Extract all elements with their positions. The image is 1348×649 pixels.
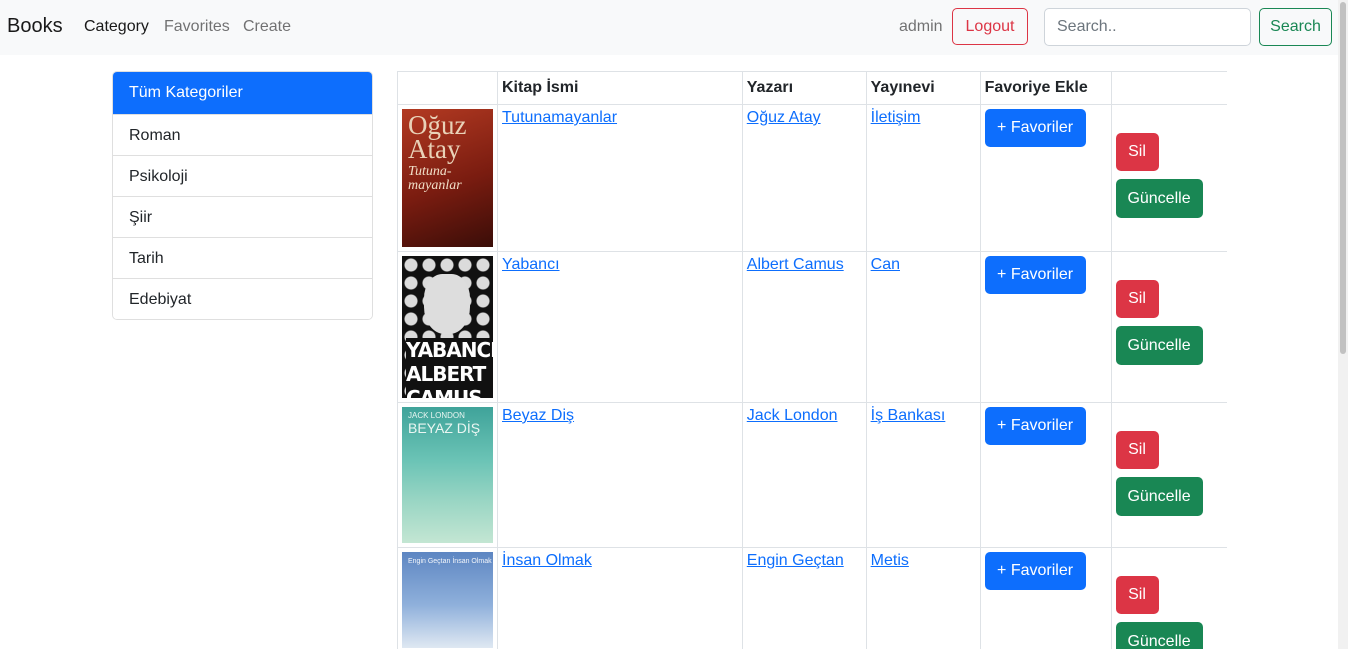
book-author-link[interactable]: Jack London xyxy=(747,407,838,424)
nav-link-create[interactable]: Create xyxy=(243,18,291,36)
book-author-link[interactable]: Engin Geçtan xyxy=(747,552,844,569)
book-cover-image: YABANCI ALBERT CAMUS xyxy=(402,256,493,398)
brand-link[interactable]: Books xyxy=(7,15,63,38)
category-item-tarih[interactable]: Tarih xyxy=(113,237,372,278)
book-title-link[interactable]: Beyaz Diş xyxy=(502,407,574,424)
cover-text: Engin Geçtan İnsan Olmak xyxy=(408,558,492,565)
table-row: Engin Geçtan İnsan Olmak İnsan Olmak Eng… xyxy=(397,547,1227,649)
category-item-roman[interactable]: Roman xyxy=(113,114,372,155)
search-input[interactable] xyxy=(1044,8,1251,46)
nav-link-category[interactable]: Category xyxy=(84,18,149,36)
update-button[interactable]: Güncelle xyxy=(1115,179,1203,218)
cover-subtext: Tutuna-mayanlar xyxy=(408,164,462,193)
header-favorite: Favoriye Ekle xyxy=(979,71,1112,105)
book-cover-image: Oğuz Atay Tutuna-mayanlar xyxy=(402,109,493,247)
book-table: Kitap İsmi Yazarı Yayınevi Favoriye Ekle… xyxy=(397,71,1227,649)
category-list: Tüm Kategoriler Roman Psikoloji Şiir Tar… xyxy=(112,71,373,320)
category-item-edebiyat[interactable]: Edebiyat xyxy=(113,278,372,319)
table-header-row: Kitap İsmi Yazarı Yayınevi Favoriye Ekle xyxy=(397,71,1227,105)
category-item-all[interactable]: Tüm Kategoriler xyxy=(113,72,372,114)
category-item-siir[interactable]: Şiir xyxy=(113,196,372,237)
delete-button[interactable]: Sil xyxy=(1115,280,1159,318)
navbar: Books Category Favorites Create admin Lo… xyxy=(0,0,1338,55)
scrollbar-thumb[interactable] xyxy=(1340,2,1346,354)
cover-text: Oğuz Atay xyxy=(408,110,467,164)
book-publisher-link[interactable]: İletişim xyxy=(871,109,921,126)
header-cover xyxy=(397,71,498,105)
cover-cell: Engin Geçtan İnsan Olmak xyxy=(397,547,498,649)
nav-link-favorites[interactable]: Favorites xyxy=(164,18,230,36)
user-name: admin xyxy=(899,18,943,35)
cover-subtext: BEYAZ DİŞ xyxy=(408,420,481,436)
header-actions xyxy=(1110,71,1227,105)
table-row: YABANCI ALBERT CAMUS Yabancı Albert Camu… xyxy=(397,251,1227,403)
book-publisher-link[interactable]: İş Bankası xyxy=(871,407,946,424)
cover-portrait xyxy=(424,274,470,334)
book-title-link[interactable]: İnsan Olmak xyxy=(502,552,592,569)
category-item-psikoloji[interactable]: Psikoloji xyxy=(113,155,372,196)
delete-button[interactable]: Sil xyxy=(1115,431,1159,469)
cover-cell: JACK LONDON BEYAZ DİŞ xyxy=(397,402,498,548)
book-publisher-link[interactable]: Can xyxy=(871,256,900,273)
book-author-link[interactable]: Oğuz Atay xyxy=(747,109,821,126)
book-cover-image: Engin Geçtan İnsan Olmak xyxy=(402,552,493,648)
book-title-link[interactable]: Tutunamayanlar xyxy=(502,109,617,126)
logout-button[interactable]: Logout xyxy=(952,8,1028,45)
book-publisher-link[interactable]: Metis xyxy=(871,552,909,569)
cover-text: YABANCI ALBERT CAMUS xyxy=(406,338,493,398)
cover-cell: Oğuz Atay Tutuna-mayanlar xyxy=(397,104,498,252)
table-row: Oğuz Atay Tutuna-mayanlar Tutunamayanlar… xyxy=(397,104,1227,252)
delete-button[interactable]: Sil xyxy=(1115,133,1159,171)
add-favorite-button[interactable]: + Favoriler xyxy=(984,552,1086,590)
book-author-link[interactable]: Albert Camus xyxy=(747,256,844,273)
update-button[interactable]: Güncelle xyxy=(1115,326,1203,365)
update-button[interactable]: Güncelle xyxy=(1115,477,1203,516)
add-favorite-button[interactable]: + Favoriler xyxy=(984,407,1086,445)
book-title-link[interactable]: Yabancı xyxy=(502,256,560,273)
update-button[interactable]: Güncelle xyxy=(1115,622,1203,649)
header-title: Kitap İsmi xyxy=(497,71,743,105)
cover-cell: YABANCI ALBERT CAMUS xyxy=(397,251,498,403)
header-publisher: Yayınevi xyxy=(865,71,981,105)
delete-button[interactable]: Sil xyxy=(1115,576,1159,614)
search-button[interactable]: Search xyxy=(1259,8,1332,46)
add-favorite-button[interactable]: + Favoriler xyxy=(984,109,1086,147)
table-row: JACK LONDON BEYAZ DİŞ Beyaz Diş Jack Lon… xyxy=(397,402,1227,548)
page-scrollbar[interactable] xyxy=(1338,0,1348,649)
header-author: Yazarı xyxy=(741,71,867,105)
cover-text: JACK LONDON xyxy=(408,411,465,420)
book-cover-image: JACK LONDON BEYAZ DİŞ xyxy=(402,407,493,543)
add-favorite-button[interactable]: + Favoriler xyxy=(984,256,1086,294)
